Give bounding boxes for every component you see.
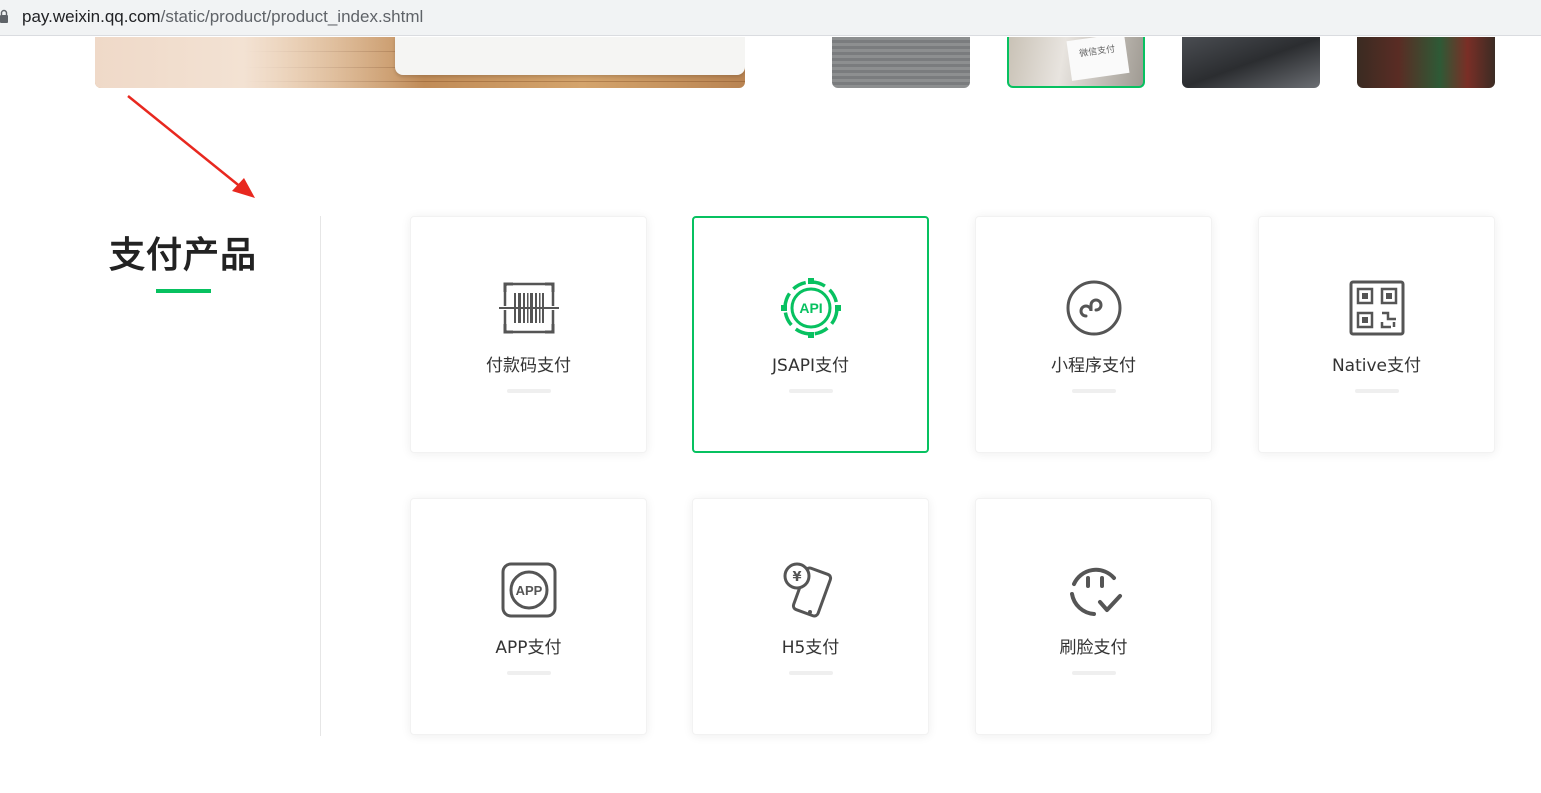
annotation-arrow <box>127 95 255 198</box>
card-underline <box>1071 671 1116 675</box>
product-label: 小程序支付 <box>1051 356 1136 376</box>
card-underline <box>1071 389 1116 393</box>
product-label: H5支付 <box>781 638 840 658</box>
product-label: APP支付 <box>495 638 562 658</box>
card-underline <box>788 671 833 675</box>
mini-program-icon <box>1066 280 1121 336</box>
banner-thumbnail-2-active[interactable]: 微信支付 <box>1007 37 1145 88</box>
product-card-h5[interactable]: ¥ H5支付 <box>692 498 929 735</box>
section-title: 支付产品 <box>108 235 257 276</box>
product-label: 付款码支付 <box>486 356 571 376</box>
banner-thumbnail-1[interactable] <box>832 37 970 88</box>
product-card-face-pay[interactable]: 刷脸支付 <box>975 498 1212 735</box>
product-card-native[interactable]: Native支付 <box>1258 216 1495 453</box>
card-underline <box>506 671 551 675</box>
url-domain: pay.weixin.qq.com <box>22 7 161 26</box>
product-card-mini-program[interactable]: 小程序支付 <box>975 216 1212 453</box>
banner-thumbnail-3[interactable] <box>1182 37 1320 88</box>
yuan-icon-text: ¥ <box>792 570 801 585</box>
card-underline <box>788 389 833 393</box>
banner-image <box>95 37 745 88</box>
url-path: /static/product/product_index.shtml <box>160 7 424 26</box>
section-divider <box>320 216 321 736</box>
qr-code-icon <box>1349 280 1404 336</box>
barcode-icon <box>498 282 559 334</box>
product-card-payment-code[interactable]: 付款码支付 <box>410 216 647 453</box>
app-icon: APP <box>501 562 556 618</box>
card-underline <box>506 389 551 393</box>
thumbnail-tag: 微信支付 <box>1066 37 1130 81</box>
app-icon-text: APP <box>515 583 542 598</box>
api-icon-text: API <box>799 300 822 316</box>
product-label: Native支付 <box>1331 356 1422 376</box>
product-label: 刷脸支付 <box>1059 638 1128 658</box>
h5-phone-icon: ¥ <box>783 562 832 618</box>
api-icon: API <box>780 278 841 338</box>
product-card-jsapi[interactable]: API JSAPI支付 <box>692 216 929 453</box>
title-underline <box>156 289 211 293</box>
card-underline <box>1354 389 1399 393</box>
url-text[interactable]: pay.weixin.qq.com/static/product/product… <box>22 7 423 27</box>
product-label: JSAPI支付 <box>771 356 849 376</box>
face-pay-icon <box>1069 567 1122 616</box>
address-bar[interactable]: pay.weixin.qq.com/static/product/product… <box>0 0 1541 36</box>
product-card-app[interactable]: APP APP支付 <box>410 498 647 735</box>
lock-icon <box>0 9 8 23</box>
banner-thumbnail-4[interactable] <box>1357 37 1495 88</box>
